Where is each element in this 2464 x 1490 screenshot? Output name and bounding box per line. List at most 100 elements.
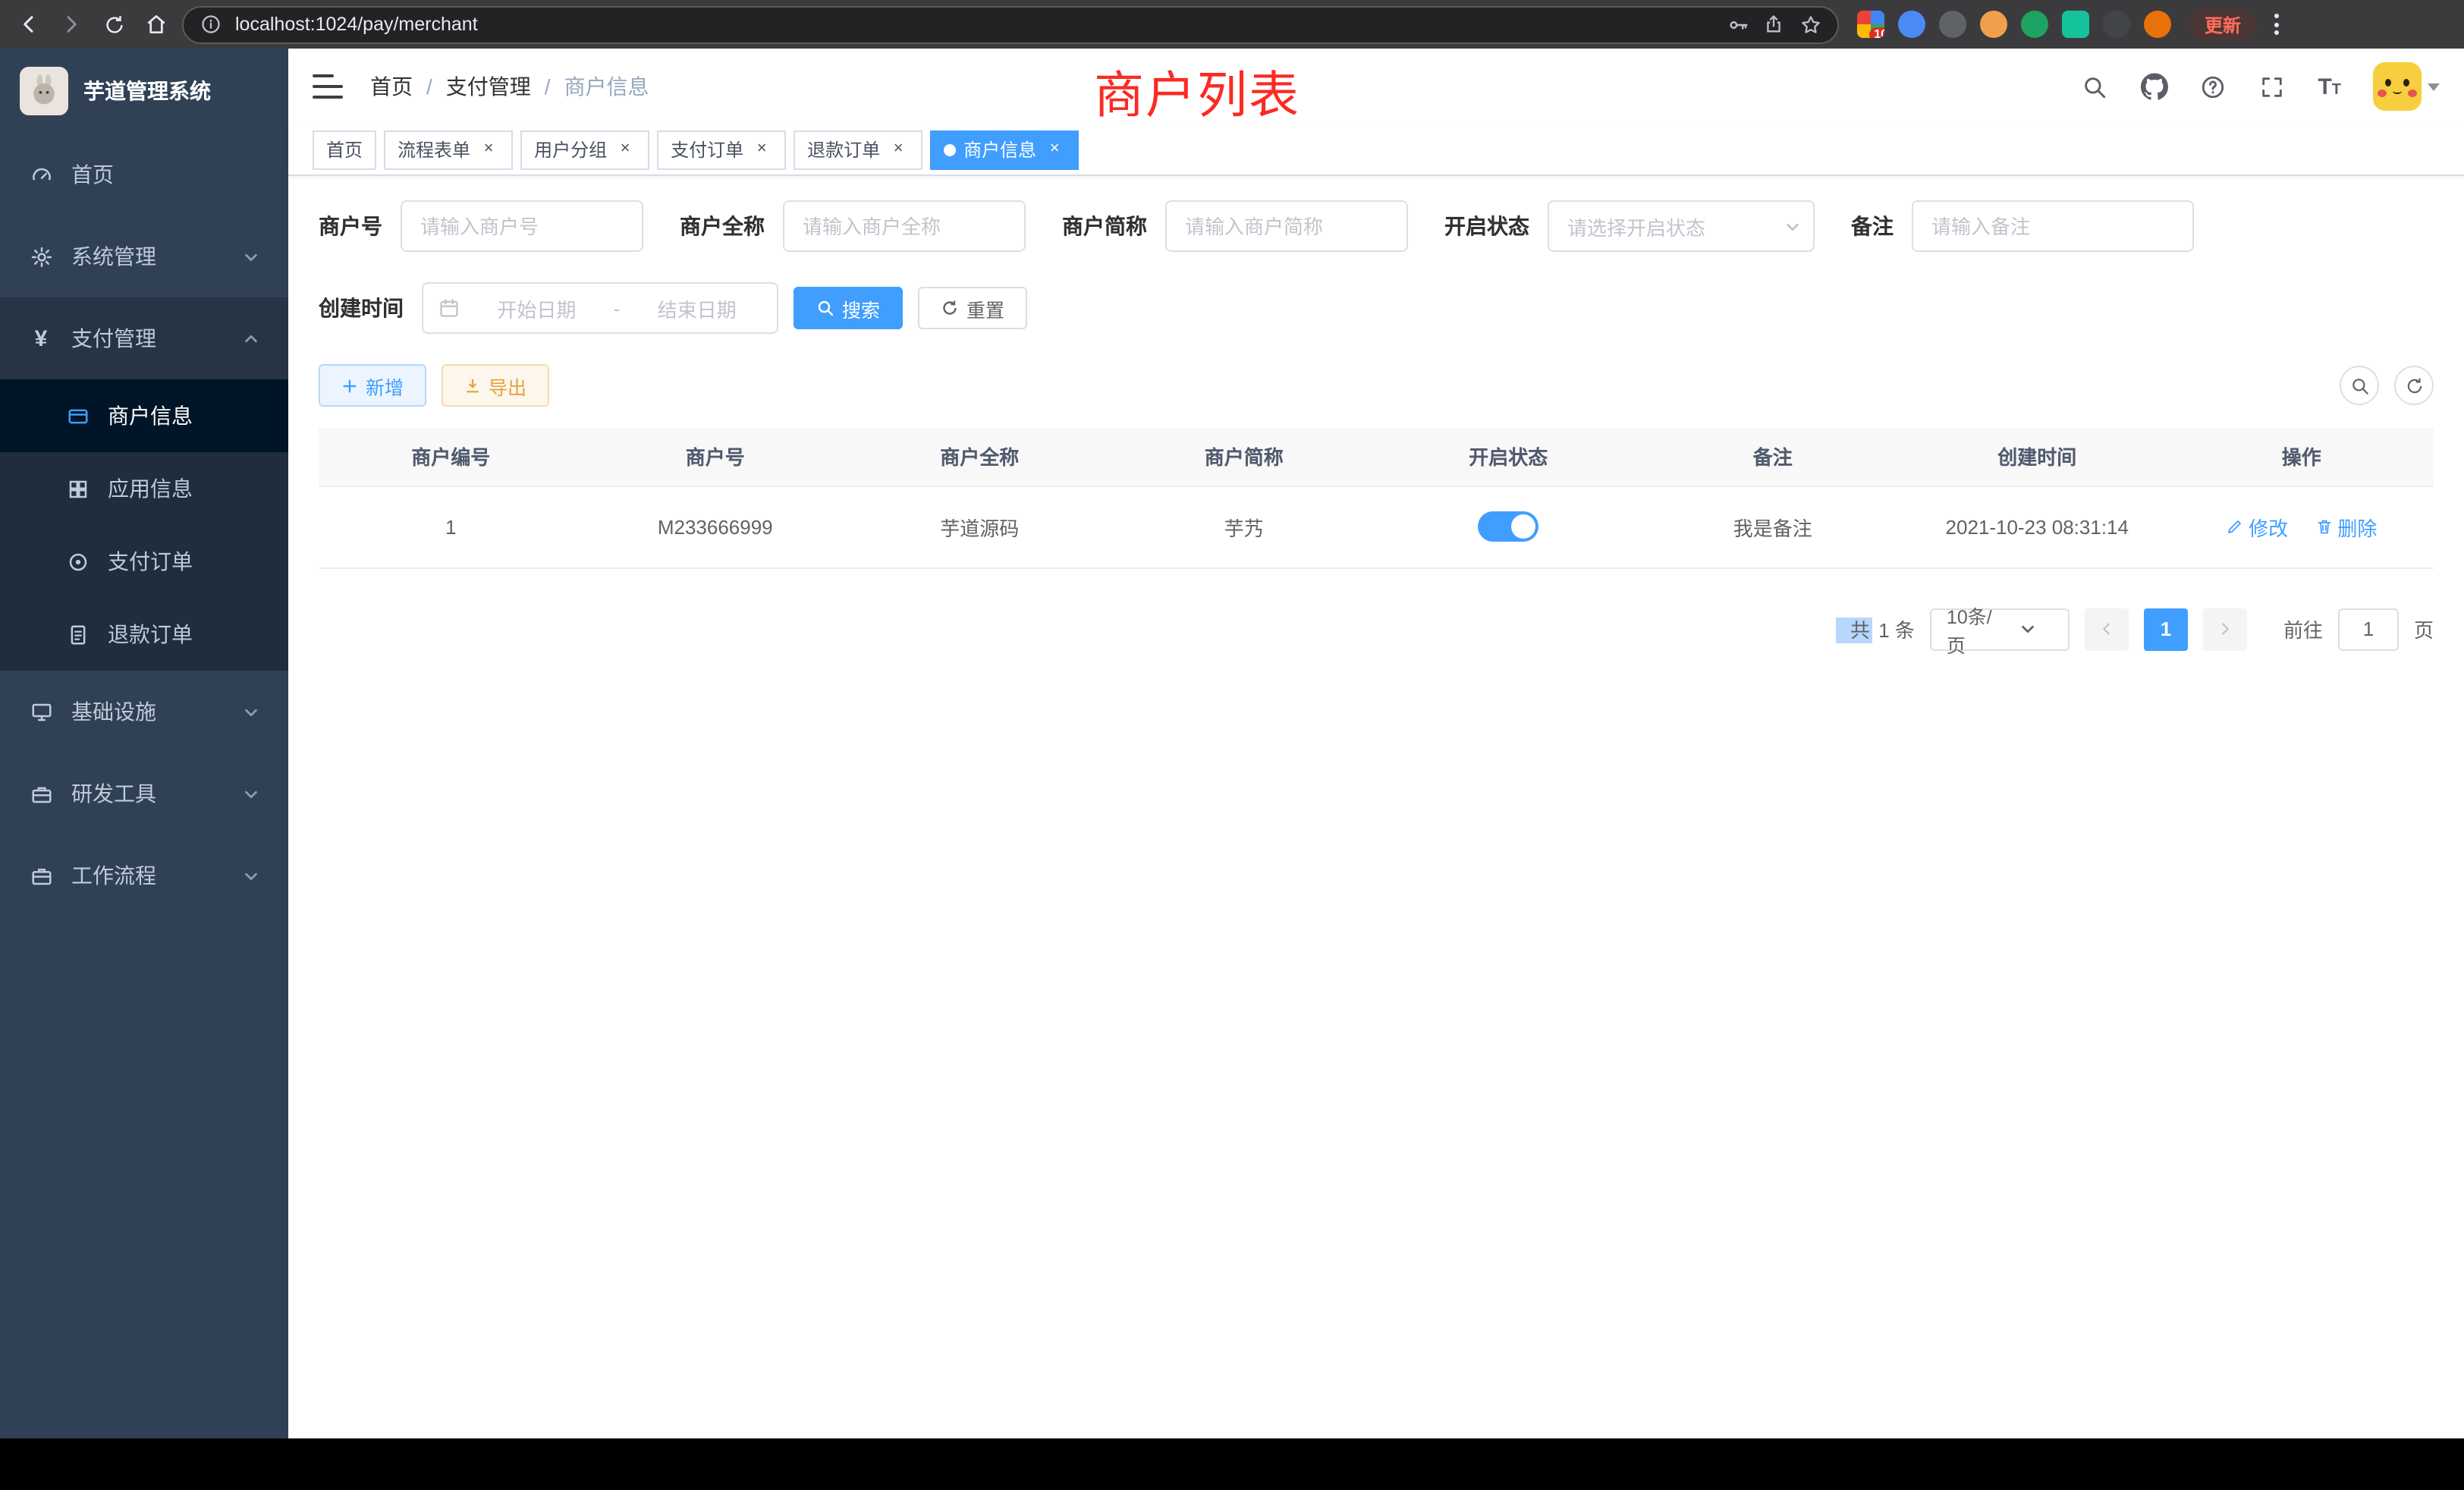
github-icon[interactable]: [2140, 73, 2167, 100]
sidebar-item-home[interactable]: 首页: [0, 134, 288, 215]
filter-row-1: 商户号 商户全称 商户简称 开启状态 请选择开启状态: [319, 200, 2434, 252]
sidebar-item-app-info[interactable]: 应用信息: [0, 452, 288, 525]
tab-merchant-info[interactable]: 商户信息 ×: [930, 130, 1079, 169]
close-icon[interactable]: ×: [1044, 139, 1065, 160]
refresh-icon: [941, 299, 959, 317]
share-icon[interactable]: [1762, 12, 1786, 36]
logo[interactable]: 芋道管理系统: [0, 49, 288, 134]
sidebar-item-workflow[interactable]: 工作流程: [0, 835, 288, 916]
sidebar-item-pay-order[interactable]: 支付订单: [0, 525, 288, 598]
close-icon[interactable]: ×: [751, 139, 772, 160]
tab-refund-order[interactable]: 退款订单 ×: [794, 130, 922, 169]
password-key-icon[interactable]: [1725, 12, 1749, 36]
edit-link[interactable]: 修改: [2226, 512, 2288, 541]
breadcrumb-home[interactable]: 首页: [370, 71, 413, 102]
page-info-icon[interactable]: [199, 12, 223, 36]
extension-blue-drop-icon[interactable]: [1898, 11, 1925, 38]
start-date-placeholder: 开始日期: [472, 294, 602, 322]
extension-dark-circle-icon[interactable]: [1939, 11, 1966, 38]
fullscreen-icon[interactable]: [2258, 73, 2286, 100]
extension-puzzle-icon[interactable]: [2103, 11, 2130, 38]
dashboard-icon: [29, 162, 53, 187]
page-unit-label: 页: [2414, 615, 2434, 643]
reset-button[interactable]: 重置: [918, 287, 1027, 329]
toggle-search-button[interactable]: [2340, 366, 2379, 405]
date-range-picker[interactable]: 开始日期 - 结束日期: [422, 282, 778, 334]
tab-pay-order[interactable]: 支付订单 ×: [657, 130, 786, 169]
extension-colorful-icon[interactable]: 10: [1857, 11, 1884, 38]
tab-user-group[interactable]: 用户分组 ×: [520, 130, 649, 169]
top-navbar: 首页 / 支付管理 / 商户信息 TT: [288, 49, 2464, 124]
filter-remark: 备注: [1851, 200, 2194, 252]
export-button[interactable]: 导出: [442, 364, 549, 407]
col-actions: 操作: [2170, 428, 2434, 486]
font-size-icon[interactable]: TT: [2318, 75, 2341, 98]
status-toggle[interactable]: [1478, 511, 1538, 542]
tab-process-form[interactable]: 流程表单 ×: [384, 130, 513, 169]
remark-input[interactable]: [1912, 200, 2194, 252]
cell-short-name: 芋艿: [1112, 486, 1377, 567]
extension-green-square-icon[interactable]: [2062, 11, 2089, 38]
user-menu[interactable]: [2373, 62, 2440, 111]
payment-submenu: 商户信息 应用信息 支付订单 退款订单: [0, 379, 288, 671]
col-create-time: 创建时间: [1905, 428, 2170, 486]
total-text: 共 1 条: [1850, 615, 1915, 643]
help-icon[interactable]: [2199, 73, 2227, 100]
avatar: [2373, 62, 2422, 111]
page-number-button[interactable]: 1: [2144, 608, 2188, 650]
extension-green-circle-icon[interactable]: [2021, 11, 2048, 38]
delete-link[interactable]: 删除: [2315, 512, 2377, 541]
prev-page-button[interactable]: [2085, 608, 2129, 650]
sidebar-toggle-icon[interactable]: [313, 74, 343, 99]
col-full-name: 商户全称: [847, 428, 1112, 486]
tab-home[interactable]: 首页: [313, 130, 376, 169]
target-icon: [65, 549, 90, 574]
forward-icon[interactable]: [55, 8, 88, 41]
extension-face-icon[interactable]: [2144, 11, 2171, 38]
url-text[interactable]: localhost:1024/pay/merchant: [235, 14, 1713, 35]
app-window: 芋道管理系统 首页 系统管理 ¥ 支付管理: [0, 49, 2464, 1438]
short-name-input[interactable]: [1165, 200, 1408, 252]
extension-badge: 10: [1869, 27, 1884, 38]
sidebar-item-refund-order[interactable]: 退款订单: [0, 598, 288, 671]
bookmark-star-icon[interactable]: [1798, 12, 1822, 36]
briefcase-icon: [29, 863, 53, 888]
search-button[interactable]: 搜索: [794, 287, 903, 329]
close-icon[interactable]: ×: [614, 139, 636, 160]
extensions-zone: 10: [1848, 11, 2180, 38]
refresh-table-button[interactable]: [2394, 366, 2434, 405]
close-icon[interactable]: ×: [478, 139, 499, 160]
goto-page-input[interactable]: [2338, 608, 2399, 650]
sidebar-item-label: 研发工具: [71, 778, 156, 809]
full-name-input[interactable]: [783, 200, 1026, 252]
next-page-button[interactable]: [2203, 608, 2247, 650]
toolbar-right-actions: [2340, 366, 2434, 405]
sidebar-item-payment[interactable]: ¥ 支付管理: [0, 297, 288, 379]
status-select[interactable]: 请选择开启状态: [1548, 200, 1815, 252]
chevron-down-icon: [241, 247, 259, 266]
filter-row-2: 创建时间 开始日期 - 结束日期 搜索 重置: [319, 282, 2434, 334]
browser-menu-icon[interactable]: [2265, 14, 2288, 35]
sidebar-item-dev-tools[interactable]: 研发工具: [0, 753, 288, 835]
sidebar-item-system[interactable]: 系统管理: [0, 215, 288, 297]
search-icon[interactable]: [2081, 73, 2108, 100]
browser-update-button[interactable]: 更新: [2189, 8, 2256, 41]
sidebar-item-infrastructure[interactable]: 基础设施: [0, 671, 288, 753]
back-icon[interactable]: [12, 8, 46, 41]
page-size-select[interactable]: 10条/页: [1930, 608, 2070, 650]
add-button[interactable]: 新增: [319, 364, 426, 407]
active-dot: [944, 143, 956, 156]
home-icon[interactable]: [140, 8, 173, 41]
sidebar-item-label: 首页: [71, 159, 114, 190]
sidebar-item-label: 退款订单: [108, 619, 193, 649]
close-icon[interactable]: ×: [888, 139, 909, 160]
reload-icon[interactable]: [97, 8, 130, 41]
extension-avatar-icon[interactable]: [1980, 11, 2007, 38]
sidebar-item-merchant-info[interactable]: 商户信息: [0, 379, 288, 452]
col-remark: 备注: [1641, 428, 1906, 486]
address-bar[interactable]: localhost:1024/pay/merchant: [182, 5, 1839, 43]
breadcrumb-payment[interactable]: 支付管理: [446, 71, 531, 102]
sidebar-item-label: 应用信息: [108, 473, 193, 504]
goto-label: 前往: [2283, 615, 2323, 643]
merchant-no-input[interactable]: [401, 200, 643, 252]
